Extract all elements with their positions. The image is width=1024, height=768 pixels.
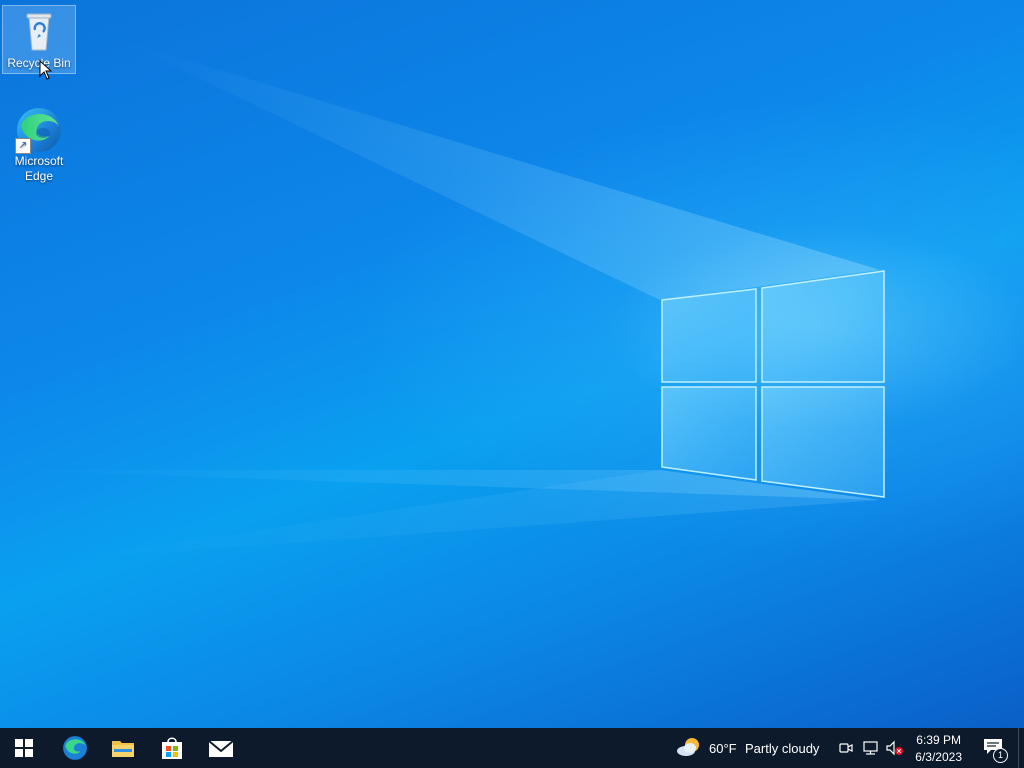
edge-label-line2: Edge bbox=[24, 169, 54, 183]
mouse-cursor-icon bbox=[39, 60, 53, 80]
weather-temperature: 60°F bbox=[709, 741, 737, 756]
windows-logo-wallpaper bbox=[661, 270, 885, 498]
recycle-bin-icon bbox=[15, 8, 63, 56]
taskbar-file-explorer-button[interactable] bbox=[99, 728, 147, 768]
weather-widget[interactable]: 60°F Partly cloudy bbox=[676, 728, 828, 768]
action-center-button[interactable]: 1 bbox=[980, 734, 1008, 763]
edge-icon bbox=[63, 736, 87, 760]
edge-label-line1: Microsoft bbox=[14, 154, 64, 168]
start-button[interactable] bbox=[0, 728, 48, 768]
edge-icon: ↗ bbox=[15, 106, 63, 154]
meet-now-button[interactable] bbox=[838, 740, 854, 756]
clock-date: 6/3/2023 bbox=[915, 750, 962, 764]
windows-start-icon bbox=[15, 739, 33, 757]
partly-cloudy-icon bbox=[677, 738, 699, 756]
meet-now-icon bbox=[839, 743, 853, 753]
show-desktop-button[interactable] bbox=[1018, 728, 1024, 768]
clock-time: 6:39 PM bbox=[916, 733, 961, 747]
network-button[interactable] bbox=[862, 740, 880, 756]
store-icon bbox=[162, 737, 182, 759]
network-icon bbox=[863, 741, 878, 755]
weather-condition: Partly cloudy bbox=[745, 741, 820, 756]
taskbar-store-button[interactable] bbox=[148, 728, 196, 768]
volume-button[interactable] bbox=[886, 740, 904, 756]
desktop: Recycle Bin ↗ Microsoft Edge bbox=[0, 0, 1024, 728]
taskbar: 60°F Partly cloudy 6:39 PM 6/3/2023 1 bbox=[0, 728, 1024, 768]
taskbar-edge-button[interactable] bbox=[51, 728, 99, 768]
folder-icon bbox=[112, 741, 134, 757]
clock[interactable]: 6:39 PM 6/3/2023 bbox=[915, 732, 962, 766]
shortcut-arrow-icon: ↗ bbox=[15, 138, 31, 154]
mail-icon bbox=[208, 740, 234, 757]
notification-count-badge: 1 bbox=[993, 748, 1008, 763]
taskbar-mail-button[interactable] bbox=[197, 728, 245, 768]
volume-muted-icon bbox=[886, 740, 903, 756]
microsoft-edge-shortcut[interactable]: ↗ Microsoft Edge bbox=[3, 104, 75, 184]
